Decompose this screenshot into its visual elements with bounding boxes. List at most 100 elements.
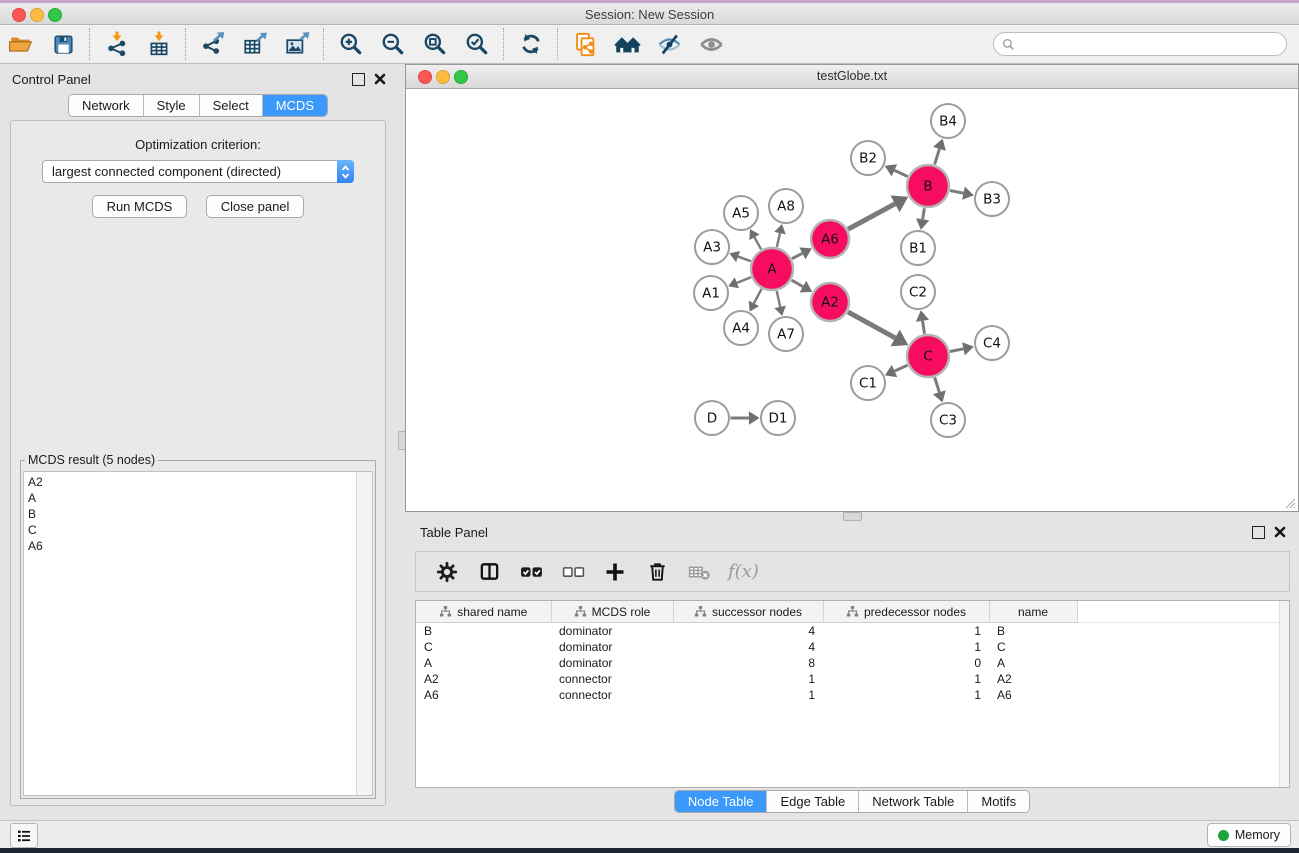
network-window-titlebar[interactable]: testGlobe.txt — [406, 65, 1298, 89]
unselect-all-button[interactable] — [558, 557, 588, 587]
export-table-button[interactable] — [240, 29, 270, 59]
tab-motifs[interactable]: Motifs — [968, 791, 1029, 812]
tab-network-table[interactable]: Network Table — [859, 791, 968, 812]
graph-edge-C-C2[interactable] — [922, 321, 924, 334]
tab-select[interactable]: Select — [200, 95, 263, 116]
graph-edge-A-A7[interactable] — [777, 291, 780, 307]
graph-edge-A-A3[interactable] — [738, 257, 751, 262]
export-network-button[interactable] — [198, 29, 228, 59]
run-mcds-button[interactable]: Run MCDS — [92, 195, 188, 218]
table-cell[interactable]: 1 — [673, 687, 823, 703]
table-row[interactable]: Adominator80A — [416, 655, 1289, 671]
table-options-button[interactable] — [432, 557, 462, 587]
graph-edge-B-B1[interactable] — [923, 208, 925, 219]
mcds-result-item[interactable]: B — [28, 506, 372, 522]
table-cell[interactable]: A6 — [416, 687, 551, 703]
import-table-button[interactable] — [144, 29, 174, 59]
mcds-result-item[interactable]: A6 — [28, 538, 372, 554]
network-canvas[interactable]: B4B2BB3A8A5A6B1A3AC2A1A2A4A7C4CC1C3DD1 — [407, 89, 1297, 510]
table-cell[interactable]: 4 — [673, 639, 823, 655]
table-cell[interactable]: connector — [551, 671, 673, 687]
table-cell[interactable]: 1 — [823, 639, 989, 655]
close-panel-button[interactable]: Close panel — [206, 195, 305, 218]
graph-edge-B-B2[interactable] — [894, 170, 907, 176]
table-cell[interactable]: dominator — [551, 655, 673, 671]
graph-edge-B-B4[interactable] — [935, 149, 940, 165]
table-cell[interactable]: 4 — [673, 623, 823, 640]
tab-style[interactable]: Style — [144, 95, 200, 116]
table-cell[interactable]: dominator — [551, 639, 673, 655]
table-cell[interactable]: A2 — [989, 671, 1077, 687]
table-cell[interactable]: A6 — [989, 687, 1077, 703]
column-header-successor-nodes[interactable]: successor nodes — [673, 601, 823, 623]
table-cell[interactable]: 1 — [673, 671, 823, 687]
table-scrollbar[interactable] — [1279, 601, 1289, 787]
table-cell[interactable]: B — [416, 623, 551, 640]
memory-button[interactable]: Memory — [1207, 823, 1291, 847]
mcds-list-scrollbar[interactable] — [356, 472, 372, 795]
table-cell[interactable]: B — [989, 623, 1077, 640]
tab-node-table[interactable]: Node Table — [675, 791, 768, 812]
function-builder-button[interactable]: f(x) — [728, 561, 759, 582]
save-session-button[interactable] — [48, 29, 78, 59]
network-from-file-button[interactable] — [570, 29, 600, 59]
graph-edge-A6-B[interactable] — [848, 204, 895, 229]
hide-panel-eye-button[interactable] — [654, 29, 684, 59]
export-image-button[interactable] — [282, 29, 312, 59]
resize-grip-icon[interactable] — [1283, 496, 1296, 509]
table-row[interactable]: Cdominator41C — [416, 639, 1289, 655]
delete-column-button[interactable] — [642, 557, 672, 587]
tab-network[interactable]: Network — [69, 95, 144, 116]
show-columns-button[interactable] — [474, 557, 504, 587]
table-cell[interactable]: C — [416, 639, 551, 655]
table-cell[interactable]: A — [416, 655, 551, 671]
graph-edge-C-C4[interactable] — [950, 349, 963, 352]
mcds-result-item[interactable]: A2 — [28, 474, 372, 490]
table-cell[interactable]: dominator — [551, 623, 673, 640]
select-all-button[interactable] — [516, 557, 546, 587]
column-header-predecessor-nodes[interactable]: predecessor nodes — [823, 601, 989, 623]
zoom-selected-button[interactable] — [462, 29, 492, 59]
zoom-fit-button[interactable] — [420, 29, 450, 59]
graph-edge-A-A4[interactable] — [754, 289, 762, 303]
table-cell[interactable]: 0 — [823, 655, 989, 671]
graph-edge-A2-C[interactable] — [848, 312, 895, 338]
column-header-name[interactable]: name — [989, 601, 1077, 623]
table-row[interactable]: Bdominator41B — [416, 623, 1289, 640]
table-cell[interactable]: 1 — [823, 623, 989, 640]
table-cell[interactable]: 1 — [823, 671, 989, 687]
search-input[interactable] — [1016, 37, 1286, 51]
mcds-result-list[interactable]: A2ABCA6 — [23, 471, 373, 796]
table-cell[interactable]: 1 — [823, 687, 989, 703]
zoom-in-button[interactable] — [336, 29, 366, 59]
delete-table-button[interactable] — [684, 557, 714, 587]
graph-edge-C-C3[interactable] — [935, 377, 940, 392]
add-column-button[interactable] — [600, 557, 630, 587]
column-header-mcds-role[interactable]: MCDS role — [551, 601, 673, 623]
graph-edge-A-A8[interactable] — [777, 233, 780, 247]
graph-edge-A-A6[interactable] — [792, 253, 802, 258]
import-network-button[interactable] — [102, 29, 132, 59]
float-table-panel-icon[interactable] — [1252, 526, 1265, 539]
table-row[interactable]: A6connector11A6 — [416, 687, 1289, 703]
column-header-shared-name[interactable]: shared name — [416, 601, 551, 623]
mcds-result-item[interactable]: A — [28, 490, 372, 506]
close-table-panel-icon[interactable] — [1274, 526, 1286, 538]
criterion-select[interactable]: largest connected component (directed) — [42, 160, 354, 183]
open-file-button[interactable] — [6, 29, 36, 59]
float-panel-icon[interactable] — [352, 73, 365, 86]
mcds-result-item[interactable]: C — [28, 522, 372, 538]
table-cell[interactable]: 8 — [673, 655, 823, 671]
graph-edge-A-A2[interactable] — [792, 280, 803, 286]
show-log-button[interactable] — [10, 823, 38, 848]
search-field[interactable] — [993, 32, 1287, 56]
tab-edge-table[interactable]: Edge Table — [767, 791, 859, 812]
zoom-out-button[interactable] — [378, 29, 408, 59]
graph-edge-A-A5[interactable] — [754, 237, 761, 249]
home-view-button[interactable] — [612, 29, 642, 59]
graph-edge-B-B3[interactable] — [950, 190, 963, 193]
close-panel-icon[interactable] — [374, 73, 386, 85]
refresh-layout-button[interactable] — [516, 29, 546, 59]
graph-edge-A-A1[interactable] — [737, 277, 751, 283]
table-cell[interactable]: A — [989, 655, 1077, 671]
